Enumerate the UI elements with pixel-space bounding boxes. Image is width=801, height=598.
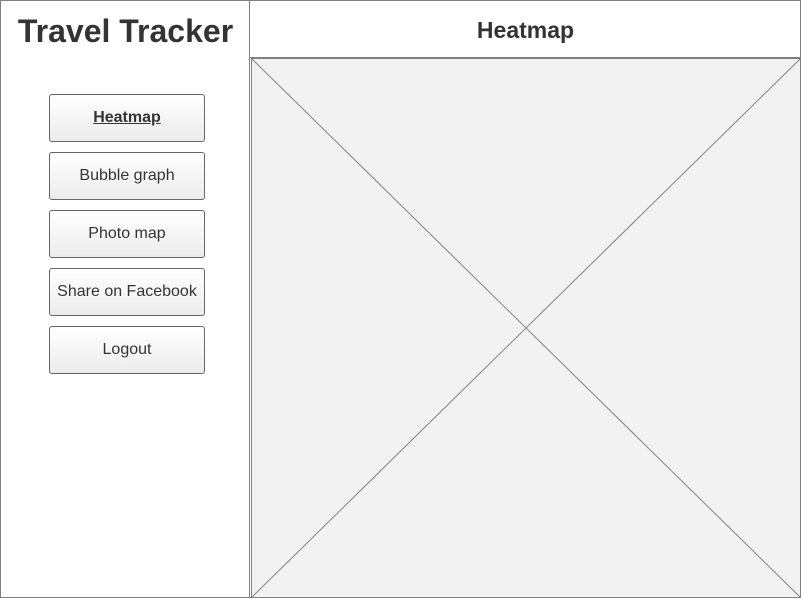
logout-button[interactable]: Logout [49, 326, 205, 374]
page-title: Heatmap [476, 17, 575, 43]
sidebar-nav: Heatmap Bubble graph Photo map Share on … [49, 94, 205, 384]
image-placeholder-icon [252, 59, 800, 597]
heatmap-button[interactable]: Heatmap [49, 94, 205, 142]
main-header: Heatmap [250, 1, 801, 58]
heatmap-content-placeholder [251, 58, 801, 598]
share-on-facebook-button[interactable]: Share on Facebook [49, 268, 205, 316]
sidebar: Travel Tracker Heatmap Bubble graph Phot… [1, 1, 250, 597]
app-title: Travel Tracker [17, 13, 234, 49]
app-window: Travel Tracker Heatmap Bubble graph Phot… [0, 0, 801, 598]
bubble-graph-button[interactable]: Bubble graph [49, 152, 205, 200]
photo-map-button[interactable]: Photo map [49, 210, 205, 258]
